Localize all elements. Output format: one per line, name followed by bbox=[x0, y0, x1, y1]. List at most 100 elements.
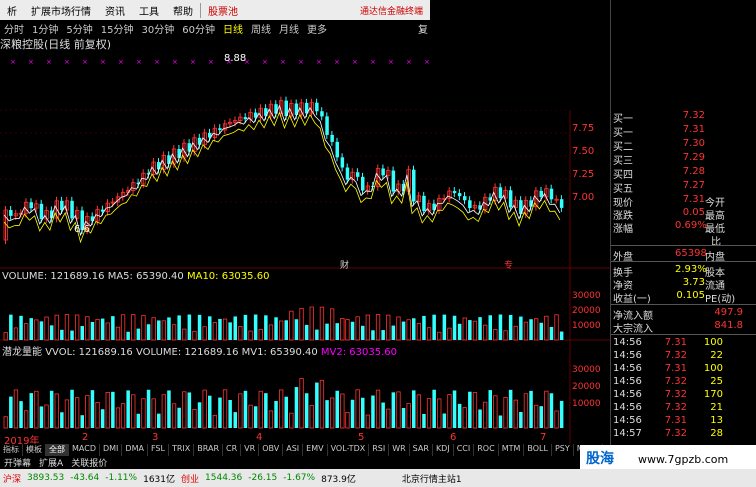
indicator-tab-vol-tdx[interactable]: VOL-TDX bbox=[328, 444, 370, 456]
tick-row: 14:56 7.32 170 bbox=[613, 389, 723, 400]
cy-index-value: 1544.36 bbox=[205, 473, 243, 483]
quote-change: 涨跌 0.05 最高 bbox=[613, 207, 725, 222]
menu-item-tools[interactable]: 工具 bbox=[132, 3, 166, 18]
indicator-tab-dmi[interactable]: DMI bbox=[100, 444, 123, 456]
period-60min[interactable]: 60分钟 bbox=[178, 21, 219, 36]
indicator-tab-fsl[interactable]: FSL bbox=[148, 444, 169, 456]
period-more[interactable]: 更多 bbox=[303, 21, 331, 36]
menu-item-stock-pool[interactable]: 股票池 bbox=[200, 2, 245, 18]
svg-text:×: × bbox=[28, 58, 34, 66]
quote-panel: 买一 7.32 买一 7.31 买二 7.30 买三 7.29 买四 7.28 买五 7.27 现价 7… bbox=[610, 0, 756, 487]
svg-text:×: × bbox=[298, 58, 304, 66]
ad-banner[interactable]: 股海 www.7gpzb.com bbox=[580, 445, 756, 471]
tick-row: 14:56 7.31 13 bbox=[613, 415, 723, 426]
indicator-tab-trix[interactable]: TRIX bbox=[169, 444, 195, 456]
ad-url: www.7gpzb.com bbox=[638, 453, 729, 466]
danmu-toggle[interactable]: 开弹幕 bbox=[0, 456, 35, 469]
qianlong-header: 潜龙量能 VVOL: 121689.16 VOLUME: 121689.16 M… bbox=[2, 343, 397, 358]
menu-bar: 析 扩展市场行情 资讯 工具 帮助 股票池 通达信金融终端 bbox=[0, 0, 430, 20]
indicator-tab-brar[interactable]: BRAR bbox=[194, 444, 224, 456]
svg-text:×: × bbox=[82, 58, 88, 66]
svg-text:×: × bbox=[100, 58, 106, 66]
indicator-tab-roc[interactable]: ROC bbox=[474, 444, 499, 456]
tick-row: 14:56 7.32 25 bbox=[613, 376, 723, 387]
indicator-tab-asi[interactable]: ASI bbox=[283, 444, 304, 456]
restore-button[interactable]: 复 bbox=[418, 21, 428, 36]
indicator-tab-rsi[interactable]: RSI bbox=[369, 444, 390, 456]
price-axis-label: 7.00 bbox=[572, 192, 595, 203]
indicator-tab-cci[interactable]: CCI bbox=[454, 444, 475, 456]
qianlong-volume: VOLUME: 121689.16 bbox=[135, 347, 239, 358]
quote-netflow: 净流入额 497.9 bbox=[613, 307, 743, 322]
qianlong-mv2: MV2: 63035.60 bbox=[320, 347, 398, 358]
svg-text:×: × bbox=[190, 58, 196, 66]
indicator-tab-macd[interactable]: MACD bbox=[69, 444, 100, 456]
quote-pct: 涨幅 0.69% 最低 bbox=[613, 220, 725, 235]
indicator-tab-obv[interactable]: OBV bbox=[259, 444, 284, 456]
high-label: 8.88 bbox=[224, 53, 247, 64]
cy-index-amount: 873.9亿 bbox=[321, 474, 356, 485]
tick-row: 14:56 7.31 100 bbox=[613, 337, 723, 348]
period-weekly[interactable]: 周线 bbox=[247, 21, 275, 36]
indicator-tab-sar[interactable]: SAR bbox=[410, 444, 433, 456]
svg-text:×: × bbox=[46, 58, 52, 66]
cy-index-name[interactable]: 创业 bbox=[178, 472, 202, 485]
quote-outer: 外盘 65398 内盘 bbox=[613, 248, 725, 263]
svg-text:×: × bbox=[352, 58, 358, 66]
server-status: 北京行情主站1 bbox=[401, 474, 462, 485]
tick-row: 14:56 7.32 21 bbox=[613, 402, 723, 413]
special-marker[interactable]: 专 bbox=[504, 258, 513, 271]
quote-nav: 净资 3.73 流通 bbox=[613, 277, 725, 292]
svg-text:×: × bbox=[172, 58, 178, 66]
volume-axis: 30000 20000 10000 bbox=[572, 291, 601, 331]
period-timeshare[interactable]: 分时 bbox=[0, 21, 28, 36]
indicator-tab-psy[interactable]: PSY bbox=[552, 444, 574, 456]
redacted-overlay bbox=[430, 0, 611, 110]
tick-row: 14:57 7.32 28 bbox=[613, 428, 723, 439]
indicator-tab-mtm[interactable]: MTM bbox=[499, 444, 525, 456]
finance-marker[interactable]: 财 bbox=[340, 258, 349, 271]
svg-text:×: × bbox=[64, 58, 70, 66]
period-5min[interactable]: 5分钟 bbox=[62, 21, 96, 36]
menu-item-analysis[interactable]: 析 bbox=[0, 3, 24, 18]
indicator-tab-emv[interactable]: EMV bbox=[303, 444, 328, 456]
price-axis-label: 7.25 bbox=[572, 169, 595, 180]
ad-logo: 股海 bbox=[586, 451, 614, 467]
menu-item-extended-market[interactable]: 扩展市场行情 bbox=[24, 3, 98, 18]
quote-bid-row: 买五 7.27 bbox=[613, 180, 705, 195]
indicator-tab-kdj[interactable]: KDJ bbox=[433, 444, 454, 456]
quote-bid-row: 买一 7.32 bbox=[613, 110, 705, 125]
indicator-tab-boll[interactable]: BOLL bbox=[524, 444, 552, 456]
bottom-tabs: 开弹幕 扩展A 关联报价 bbox=[0, 456, 610, 469]
indicator-tab-全部[interactable]: 全部 bbox=[46, 444, 69, 456]
sh-index-pct: -1.11% bbox=[105, 473, 138, 483]
indicator-tabs: 指标 模板 全部 MACD DMI DMA FSL TRIX BRAR CR VR OBV ASI EMV… bbox=[0, 444, 610, 456]
indicator-tab-cr[interactable]: CR bbox=[223, 444, 242, 456]
indicator-tab-dma[interactable]: DMA bbox=[122, 444, 148, 456]
volume-ma5: MA5: 65390.40 bbox=[107, 271, 184, 282]
period-daily[interactable]: 日线 bbox=[219, 21, 247, 36]
period-1min[interactable]: 1分钟 bbox=[28, 21, 62, 36]
menu-item-news[interactable]: 资讯 bbox=[98, 3, 132, 18]
period-30min[interactable]: 30分钟 bbox=[137, 21, 178, 36]
svg-text:×: × bbox=[424, 58, 430, 66]
xaxis-tick: 2 bbox=[82, 432, 89, 443]
svg-text:×: × bbox=[136, 58, 142, 66]
indicator-tab-vr[interactable]: VR bbox=[241, 444, 260, 456]
extend-a-tab[interactable]: 扩展A bbox=[35, 456, 67, 469]
related-quote-tab[interactable]: 关联报价 bbox=[67, 456, 111, 469]
chart-title: 深粮控股(日线 前复权) bbox=[0, 38, 112, 51]
svg-text:×: × bbox=[370, 58, 376, 66]
menu-item-help[interactable]: 帮助 bbox=[166, 3, 200, 18]
period-monthly[interactable]: 月线 bbox=[275, 21, 303, 36]
price-axis-label: 7.75 bbox=[572, 123, 595, 134]
sh-index-name[interactable]: 沪深 bbox=[0, 472, 24, 485]
period-bar: 分时 1分钟 5分钟 15分钟 30分钟 60分钟 日线 周线 月线 更多 bbox=[0, 20, 430, 36]
indicator-tab-wr[interactable]: WR bbox=[389, 444, 410, 456]
period-15min[interactable]: 15分钟 bbox=[97, 21, 138, 36]
indicator-tab-指标[interactable]: 指标 bbox=[0, 444, 23, 456]
xaxis-tick: 3 bbox=[152, 432, 159, 443]
indicator-tab-模板[interactable]: 模板 bbox=[23, 444, 46, 456]
svg-text:×: × bbox=[10, 58, 16, 66]
sh-index-amount: 1631亿 bbox=[143, 474, 175, 485]
